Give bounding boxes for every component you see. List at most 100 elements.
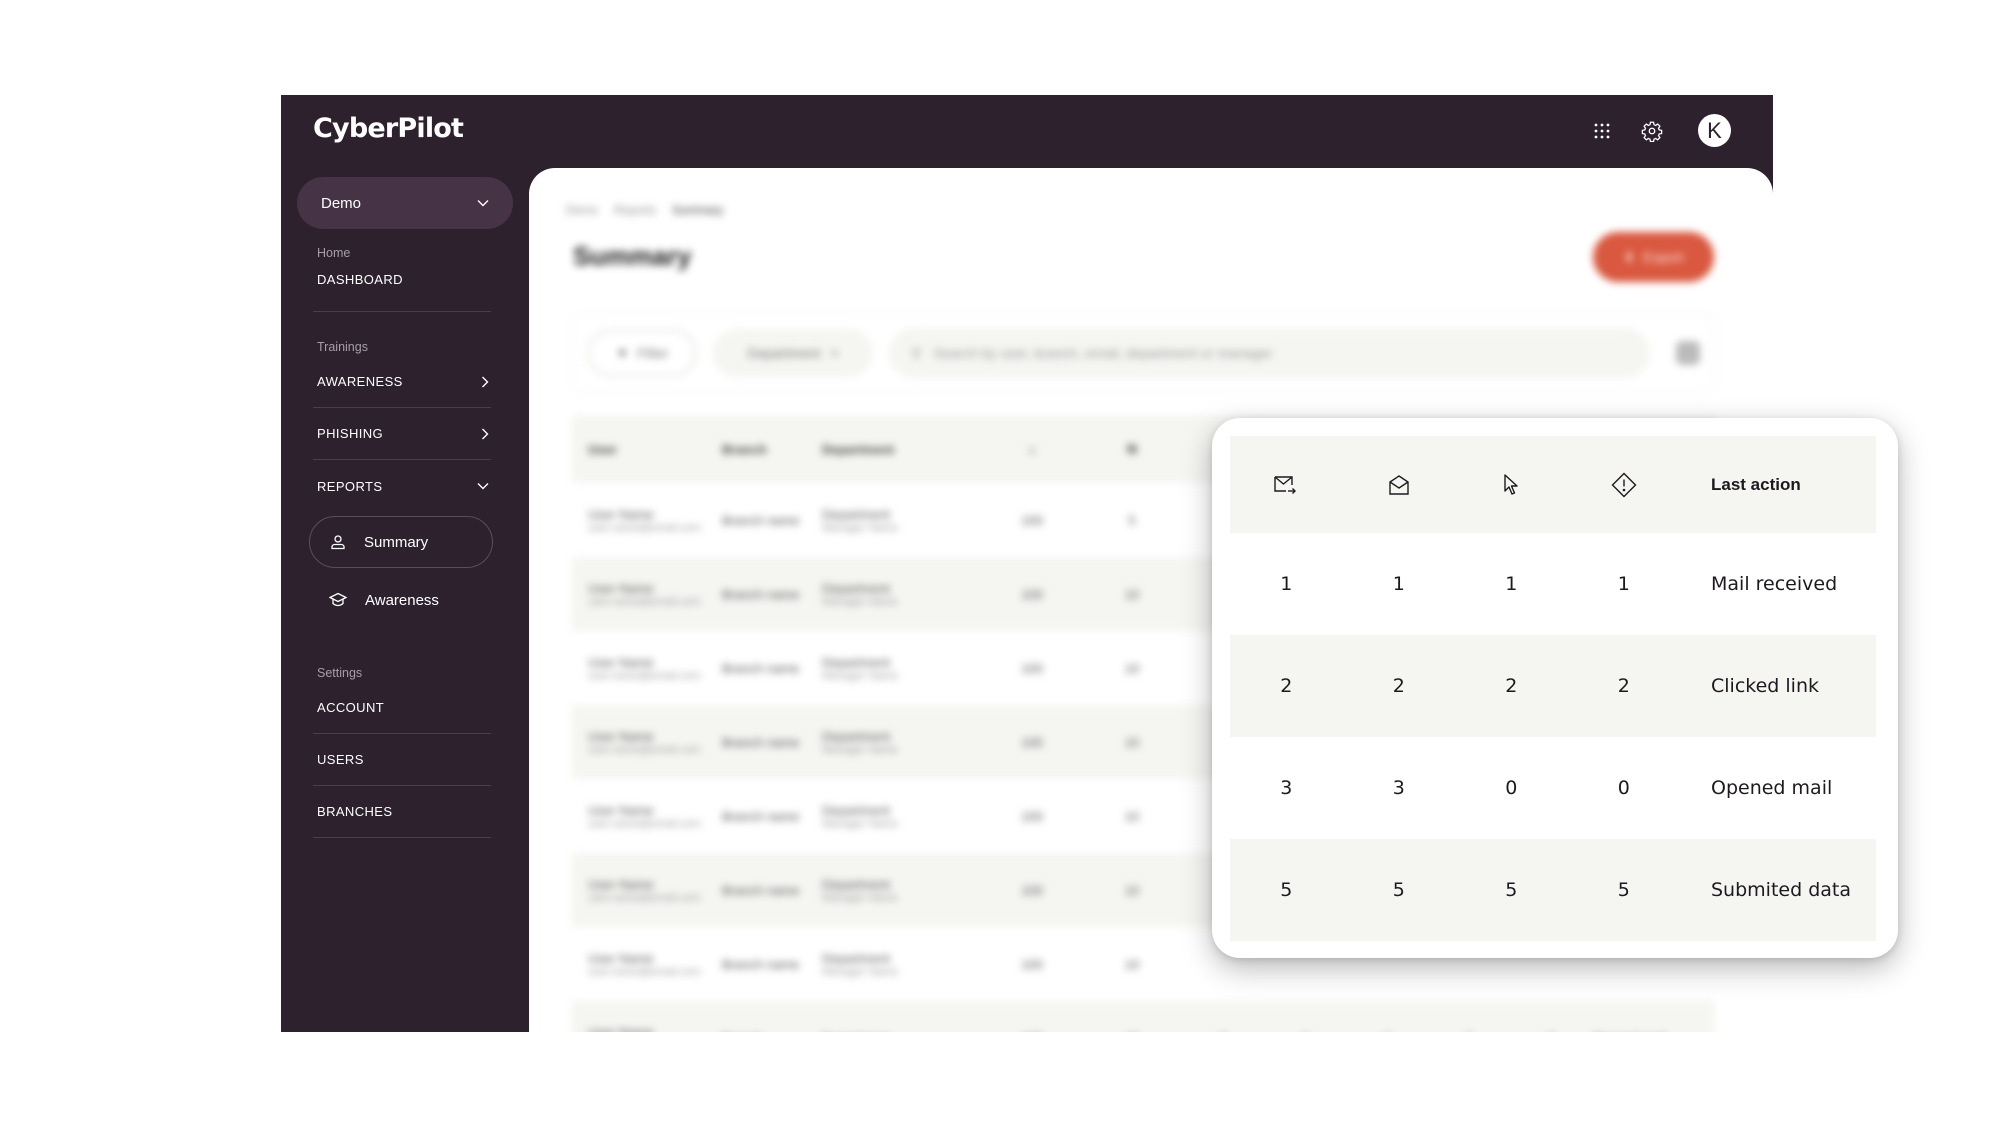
table-row[interactable]: User Nameuser.name@email BranchDepartment… xyxy=(572,1001,1715,1032)
filter-button-label: Filter xyxy=(637,345,669,361)
cell-branch: Branch xyxy=(722,1031,822,1033)
cell-branch: Branch name xyxy=(722,882,800,898)
filter-button[interactable]: ▼ Filter xyxy=(587,329,697,377)
header-warning xyxy=(1568,472,1681,498)
sidebar-item-awareness[interactable]: AWARENESS xyxy=(313,356,491,408)
mail-sent-icon xyxy=(1274,475,1297,494)
breadcrumb-item[interactable]: Reports xyxy=(614,203,656,217)
column-header-icon[interactable]: ⌂ xyxy=(982,442,1082,457)
action-breakdown-card: Last action 1 1 1 1 Mail received 2 2 2 … xyxy=(1212,418,1898,958)
cell-total: 100 xyxy=(1021,586,1043,602)
sidebar-item-branches[interactable]: BRANCHES xyxy=(313,786,491,838)
cell-total: 100 xyxy=(1021,660,1043,676)
cursor-click-icon xyxy=(1504,473,1518,495)
export-button[interactable]: ⬇ Export xyxy=(1593,232,1714,282)
sidebar-item-label: PHISHING xyxy=(317,426,384,441)
sidebar-section-home: Home DASHBOARD xyxy=(313,246,491,312)
cell-user: User Name user.name@email.com xyxy=(588,506,701,534)
action-row: 5 5 5 5 Submited data xyxy=(1230,839,1876,941)
cell-value: 3 xyxy=(1346,1031,1428,1033)
columns-button[interactable] xyxy=(1676,341,1700,365)
sidebar-item-reports[interactable]: REPORTS xyxy=(313,460,491,512)
warning-diamond-icon xyxy=(1611,472,1637,497)
section-label-trainings: Trainings xyxy=(317,340,368,354)
action-value: 5 xyxy=(1280,879,1293,901)
chevron-down-icon xyxy=(477,200,489,207)
download-icon: ⬇ xyxy=(1623,248,1636,265)
mail-open-icon xyxy=(1389,474,1409,495)
action-value: 0 xyxy=(1505,777,1518,799)
filter-bar: ▼ Filter Department × ⚲ Search by user, … xyxy=(572,313,1715,393)
action-row: 2 2 2 2 Clicked link xyxy=(1230,635,1876,737)
last-action-label: Clicked link xyxy=(1711,675,1819,697)
cell-department: Department Manager Name xyxy=(822,876,898,904)
sidebar-nav: Home DASHBOARD Trainings AWARENESS PHISH… xyxy=(309,246,493,866)
sidebar-item-label: USERS xyxy=(317,752,364,767)
export-button-label: Export xyxy=(1643,249,1684,265)
sidebar-subitem-label: Summary xyxy=(364,533,429,551)
cell-total: 100 xyxy=(1021,734,1043,750)
column-header-user[interactable]: User xyxy=(572,442,722,457)
action-row: 1 1 1 1 Mail received xyxy=(1230,533,1876,635)
cell-branch: Branch name xyxy=(722,808,800,824)
cell-total: 100 xyxy=(1021,882,1043,898)
apps-grid-button[interactable] xyxy=(1588,117,1616,145)
column-header-department[interactable]: Department xyxy=(822,442,982,457)
action-value: 5 xyxy=(1505,879,1518,901)
cell-department: Department Manager Name xyxy=(822,950,898,978)
organization-select[interactable]: Demo xyxy=(297,177,513,229)
organization-select-value: Demo xyxy=(321,194,362,212)
breadcrumb-item[interactable]: Demo xyxy=(566,203,598,217)
cell-branch: Branch name xyxy=(722,586,800,602)
cell-count: 10 xyxy=(1082,1031,1182,1033)
search-icon: ⚲ xyxy=(911,344,922,361)
cell-total: 100 xyxy=(1021,808,1043,824)
column-header-icon[interactable]: ⧉ xyxy=(1082,441,1182,457)
department-chip[interactable]: Department × xyxy=(713,329,873,377)
action-value: 3 xyxy=(1392,777,1405,799)
close-icon[interactable]: × xyxy=(830,345,838,361)
header-clicked xyxy=(1455,473,1568,497)
sidebar-item-label: REPORTS xyxy=(317,478,383,494)
cell-count: 5 xyxy=(1128,512,1136,528)
sidebar-item-label: DASHBOARD xyxy=(317,272,403,287)
action-value: 5 xyxy=(1392,879,1405,901)
cell-count: 10 xyxy=(1124,586,1140,602)
action-value: 2 xyxy=(1505,675,1518,697)
action-value: 5 xyxy=(1617,879,1630,901)
page-title: Summary xyxy=(573,241,692,271)
breadcrumb-current: Summary xyxy=(672,203,724,217)
cell-user: User Name user.name@email.com xyxy=(588,728,701,756)
apps-grid-icon xyxy=(1594,123,1610,138)
settings-button[interactable] xyxy=(1638,117,1666,145)
cell-value: 3 xyxy=(1264,1031,1346,1033)
cyberpilot-logo[interactable]: CyberPilot xyxy=(313,113,464,144)
gear-icon xyxy=(1641,121,1663,142)
search-placeholder: Search by user, branch, email, departmen… xyxy=(933,345,1273,361)
sidebar-section-trainings: Trainings AWARENESS PHISHING REPORTS Sum… xyxy=(309,340,493,626)
sidebar-section-settings: Settings ACCOUNT USERS BRANCHES xyxy=(313,666,491,838)
sidebar-subitem-summary[interactable]: Summary xyxy=(309,516,493,568)
sidebar-item-dashboard[interactable]: DASHBOARD xyxy=(313,272,491,312)
action-value: 1 xyxy=(1280,573,1293,595)
sidebar-item-label: BRANCHES xyxy=(317,804,393,819)
column-header-branch[interactable]: Branch xyxy=(722,442,822,457)
search-input[interactable]: ⚲ Search by user, branch, email, departm… xyxy=(889,328,1650,378)
sidebar-subitem-awareness[interactable]: Awareness xyxy=(309,574,493,626)
cell-department: Department Manager Name xyxy=(822,654,898,682)
sidebar-item-users[interactable]: USERS xyxy=(313,734,491,786)
graduation-cap-icon xyxy=(329,592,347,607)
user-avatar[interactable]: K xyxy=(1698,114,1731,147)
filter-icon: ▼ xyxy=(615,345,630,361)
cell-count: 10 xyxy=(1124,660,1140,676)
cell-user: User Name user.name@email.com xyxy=(588,950,701,978)
cell-total: 100 xyxy=(1021,956,1043,972)
sidebar-subitem-label: Awareness xyxy=(365,591,439,609)
sidebar-item-phishing[interactable]: PHISHING xyxy=(313,408,491,460)
cell-last-action: Opened mail xyxy=(1592,1031,1732,1033)
header-last-action: Last action xyxy=(1711,474,1801,494)
cell-count: 10 xyxy=(1124,882,1140,898)
sidebar-item-account[interactable]: ACCOUNT xyxy=(313,682,491,734)
cell-department: Department Manager Name xyxy=(822,728,898,756)
sidebar-item-label: ACCOUNT xyxy=(317,700,385,715)
